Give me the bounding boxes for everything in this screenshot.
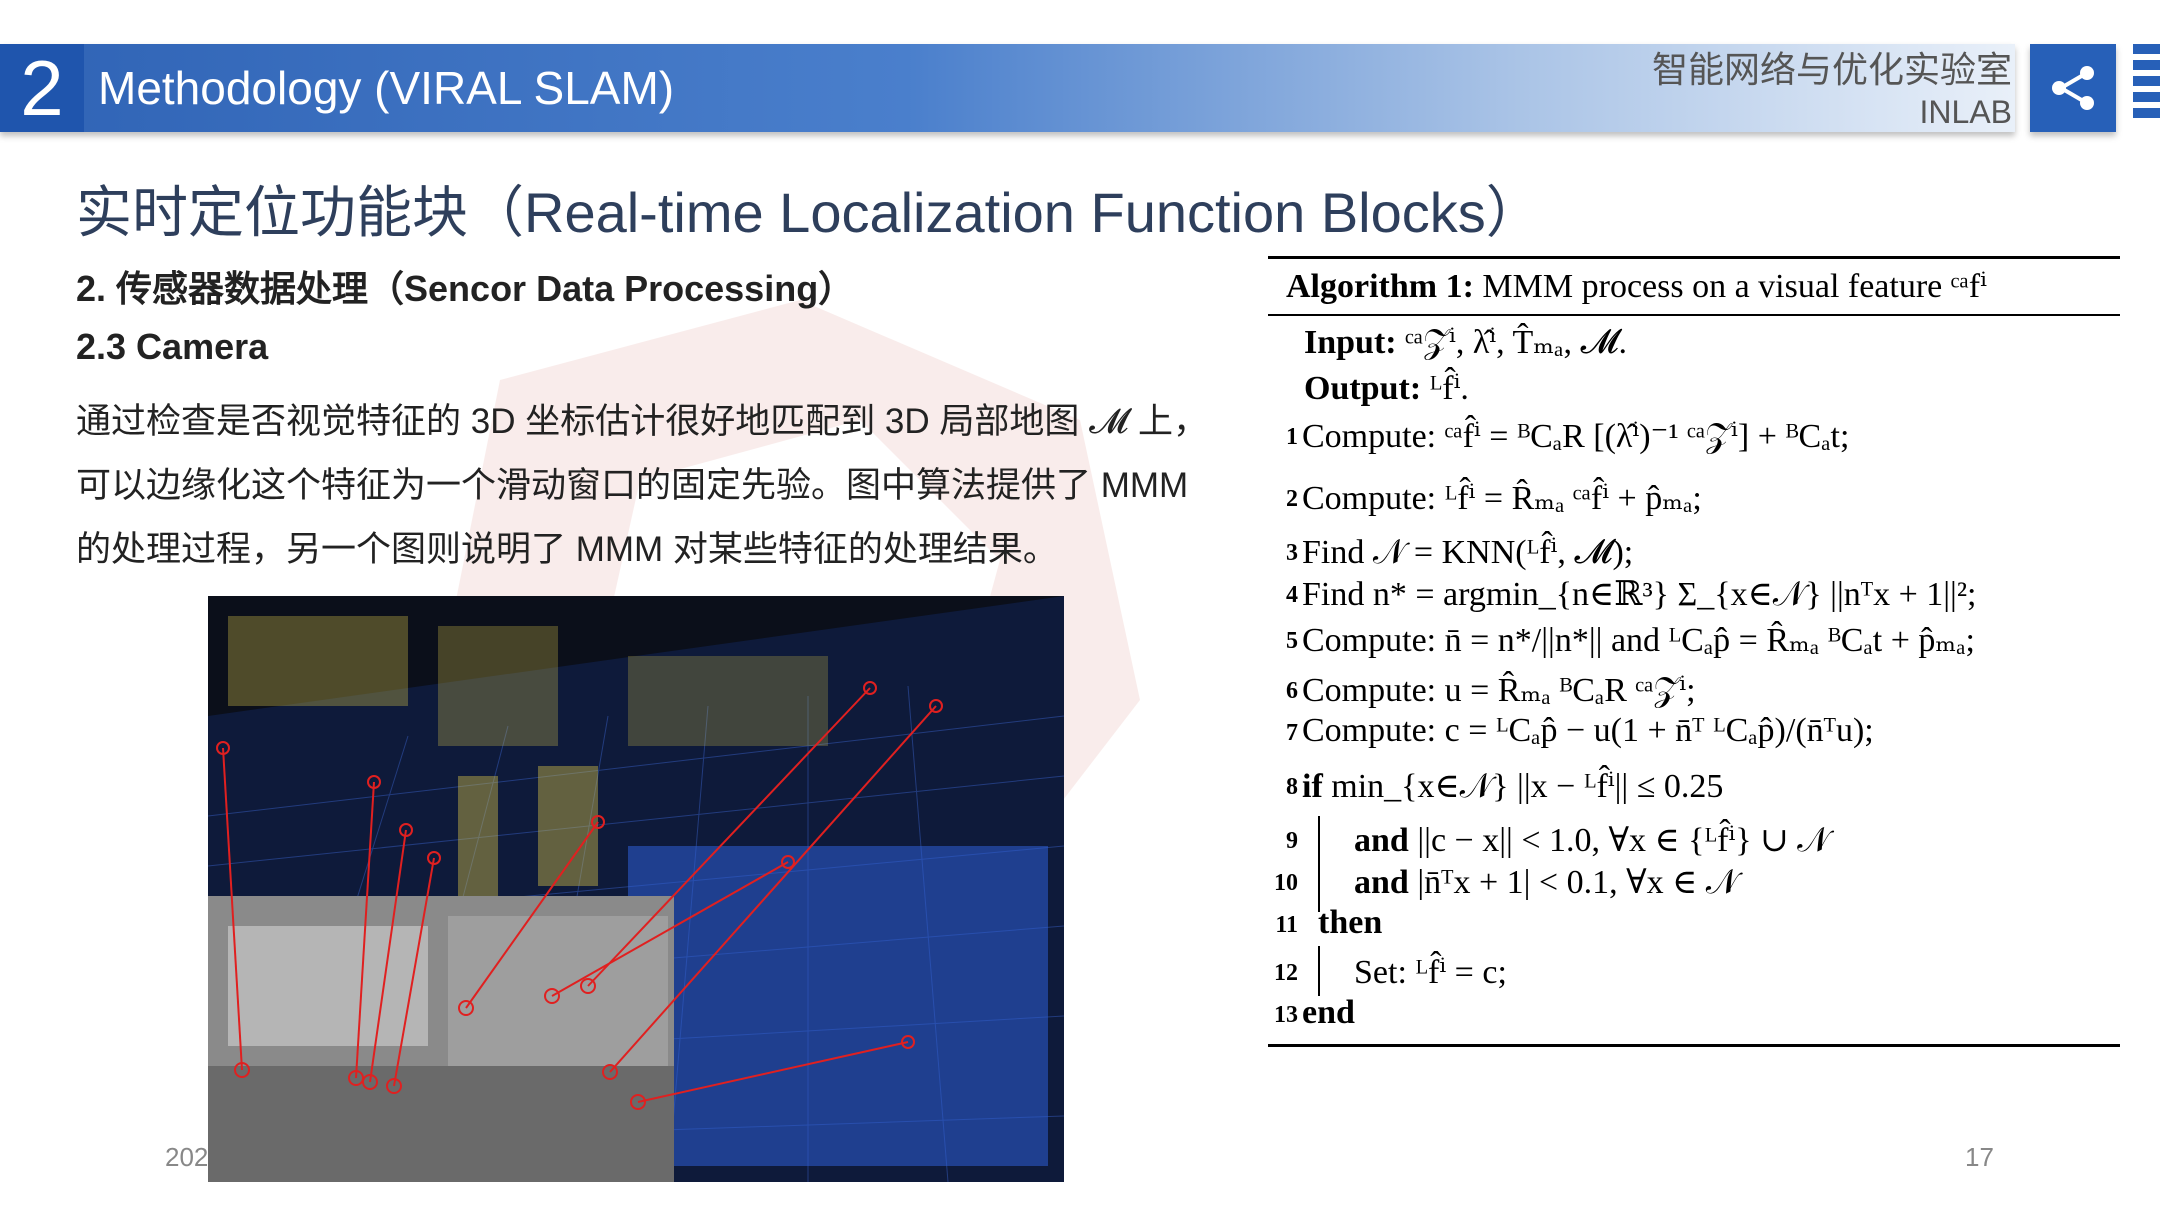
paragraph-line: 通过检查是否视觉特征的 3D 坐标估计很好地匹配到 3D 局部地图 𝓜 上，: [76, 402, 1209, 441]
blue-points: [628, 846, 1048, 1166]
algorithm-line: 10 and |n̄ᵀx + 1| < 0.1, ∀x ∈ 𝒩: [1274, 864, 1739, 901]
algorithm-line: 7 Compute: c = ᴸCₐp̂ − u(1 + n̄ᵀ ᴸCₐp̂)/…: [1286, 712, 1874, 749]
menu-stripes[interactable]: [2133, 44, 2160, 132]
algorithm-line: 1 Compute: ᶜᵃf̂ⁱ = ᴮCₐR [(λ̂ⁱ)⁻¹ ᶜᵃ𝒵ⁱ] +…: [1286, 418, 1850, 455]
algorithm-line: 3 Find 𝒩 = KNN(ᴸf̂ⁱ, 𝓜);: [1286, 534, 1634, 571]
description-paragraph: 通过检查是否视觉特征的 3D 坐标估计很好地匹配到 3D 局部地图 𝓜 上， 可…: [76, 390, 1256, 582]
paragraph-line: 的处理过程，另一个图则说明了 MMM 对某些特征的处理结果。: [76, 530, 1058, 569]
section-number: 2: [0, 44, 84, 132]
algorithm-line: 11 then: [1275, 904, 1383, 941]
algorithm-line: 5 Compute: n̄ = n*/||n*|| and ᴸCₐp̂ = R̂…: [1286, 622, 1975, 659]
algorithm-line: 12 Set: ᴸf̂ⁱ = c;: [1274, 954, 1507, 991]
algorithm-line: 8 if min_{x∈𝒩} ||x − ᴸf̂ⁱ|| ≤ 0.25: [1286, 768, 1724, 805]
page-title: 实时定位功能块（Real-time Localization Function …: [76, 181, 1542, 244]
lab-name: 智能网络与优化实验室: [1651, 49, 2012, 90]
section-heading: 2. 传感器数据处理（Sencor Data Processing）: [76, 268, 855, 309]
algorithm-line: 2 Compute: ᴸf̂ⁱ = R̂ₘₐ ᶜᵃf̂ⁱ + p̂ₘₐ;: [1286, 480, 1702, 517]
algorithm-output: Output: ᴸf̂ⁱ.: [1304, 370, 1469, 407]
page-number: 17: [1965, 1142, 1994, 1172]
footer-year: 202: [165, 1142, 209, 1172]
algorithm-line: 4 Find n* = argmin_{n∈ℝ³} Σ_{x∈𝒩} ||nᵀx …: [1286, 576, 1977, 613]
algorithm-line: 13 end: [1274, 994, 1355, 1031]
share-button[interactable]: [2030, 44, 2116, 132]
subsection-heading: 2.3 Camera: [76, 326, 269, 367]
lab-subtitle: INLAB: [1919, 94, 2012, 130]
algorithm-line: 9 and ||c − x|| < 1.0, ∀x ∈ {ᴸf̂ⁱ} ∪ 𝒩: [1286, 822, 1830, 859]
algorithm-input: Input: ᶜᵃ𝒵ⁱ, λ̂ⁱ, T̂ₘₐ, 𝓜.: [1304, 324, 1628, 361]
algorithm-caption: Algorithm 1: MMM process on a visual fea…: [1286, 268, 1987, 305]
share-icon: [2052, 66, 2094, 110]
paragraph-line: 可以边缘化这个特征为一个滑动窗口的固定先验。图中算法提供了 MMM: [76, 466, 1189, 505]
algorithm-line: 6 Compute: u = R̂ₘₐ ᴮCₐR ᶜᵃ𝒵ⁱ;: [1286, 672, 1696, 709]
point-cloud-image: [208, 596, 1064, 1182]
header-title: Methodology (VIRAL SLAM): [98, 62, 675, 114]
